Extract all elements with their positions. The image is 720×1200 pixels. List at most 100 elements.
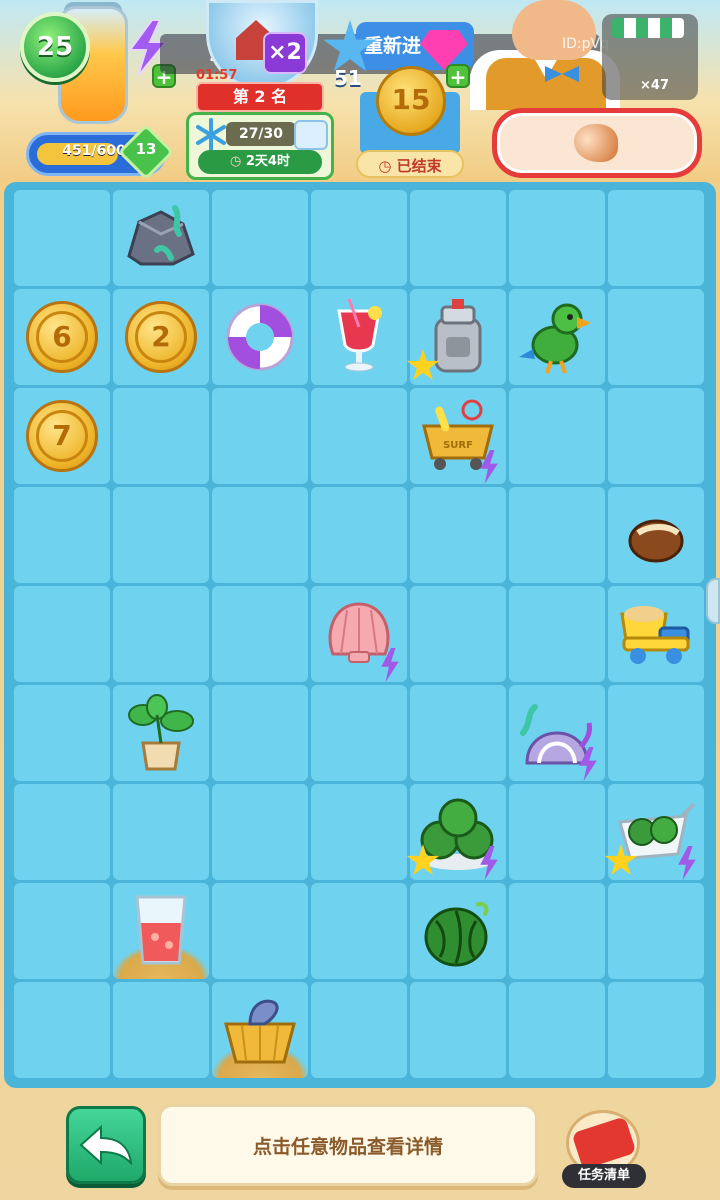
board-cell[interactable] bbox=[311, 388, 407, 484]
board-cell[interactable]: SURF bbox=[410, 388, 506, 484]
dice-icon bbox=[294, 120, 328, 150]
board-cell[interactable] bbox=[608, 883, 704, 979]
board-cell[interactable] bbox=[509, 784, 605, 880]
board-cell[interactable] bbox=[212, 586, 308, 682]
board-cell[interactable] bbox=[212, 388, 308, 484]
board-cell[interactable] bbox=[509, 487, 605, 583]
life-ring-icon[interactable] bbox=[220, 297, 300, 377]
board-cell[interactable] bbox=[212, 784, 308, 880]
board-cell[interactable] bbox=[14, 685, 110, 781]
back-arrow-icon bbox=[79, 1125, 133, 1165]
board-cell[interactable] bbox=[604, 784, 704, 880]
star-count: 51 bbox=[334, 66, 362, 90]
snowflake-icon bbox=[196, 118, 226, 152]
board-cell[interactable] bbox=[311, 685, 407, 781]
cocktail-icon[interactable] bbox=[319, 297, 399, 377]
board-cell[interactable] bbox=[311, 982, 407, 1078]
board-cell[interactable]: 2 bbox=[113, 289, 209, 385]
board-cell[interactable] bbox=[14, 982, 110, 1078]
parrot-icon[interactable] bbox=[517, 297, 597, 377]
board-cell[interactable] bbox=[509, 289, 605, 385]
board-cell[interactable] bbox=[311, 586, 407, 682]
conch-shell-icon bbox=[574, 124, 618, 162]
board-cell[interactable] bbox=[311, 487, 407, 583]
board-cell[interactable] bbox=[113, 388, 209, 484]
board-cell[interactable] bbox=[212, 883, 308, 979]
level-badge[interactable]: 25 bbox=[20, 12, 90, 82]
board-cell[interactable] bbox=[406, 784, 506, 880]
board-grid: 6 2 7 SURF bbox=[14, 190, 706, 1078]
board-cell[interactable] bbox=[113, 784, 209, 880]
coin-item[interactable]: 7 bbox=[26, 400, 98, 472]
board-cell[interactable]: 6 bbox=[14, 289, 110, 385]
board-cell[interactable] bbox=[410, 190, 506, 286]
board-cell[interactable] bbox=[14, 487, 110, 583]
board-cell[interactable] bbox=[311, 784, 407, 880]
board-cell[interactable] bbox=[509, 883, 605, 979]
board-cell[interactable] bbox=[608, 190, 704, 286]
coin-item[interactable]: 6 bbox=[26, 301, 98, 373]
plant-icon[interactable] bbox=[121, 693, 201, 773]
board-cell[interactable] bbox=[608, 586, 704, 682]
board-cell[interactable] bbox=[212, 190, 308, 286]
board-cell[interactable] bbox=[608, 685, 704, 781]
board-cell[interactable] bbox=[410, 883, 506, 979]
back-button[interactable] bbox=[66, 1106, 146, 1184]
board-cell[interactable] bbox=[311, 190, 407, 286]
board-cell[interactable] bbox=[113, 685, 209, 781]
board-cell[interactable] bbox=[212, 685, 308, 781]
hint-text: 点击任意物品查看详情 bbox=[252, 1135, 443, 1158]
board-cell[interactable] bbox=[410, 586, 506, 682]
board-cell[interactable] bbox=[406, 289, 506, 385]
coin-reward: 15 bbox=[376, 66, 446, 136]
board-cell[interactable] bbox=[509, 388, 605, 484]
board-cell[interactable] bbox=[608, 388, 704, 484]
board-cell[interactable] bbox=[212, 289, 308, 385]
board-cell[interactable] bbox=[113, 586, 209, 682]
board-cell[interactable] bbox=[212, 982, 308, 1078]
board-cell[interactable] bbox=[113, 190, 209, 286]
board-cell[interactable] bbox=[14, 190, 110, 286]
coin-value: 2 bbox=[135, 311, 187, 363]
board-cell[interactable] bbox=[509, 586, 605, 682]
board-cell[interactable] bbox=[509, 982, 605, 1078]
svg-text:SURF: SURF bbox=[443, 440, 473, 451]
board-cell[interactable] bbox=[311, 883, 407, 979]
gem-level: 13 bbox=[135, 140, 157, 158]
board-cell[interactable] bbox=[113, 487, 209, 583]
top-hud: 25 + 451/600 13 1 ×2 01:57 第 2 名 27/30 ◷… bbox=[0, 0, 720, 182]
watermelon-icon[interactable] bbox=[418, 891, 498, 971]
board-cell[interactable] bbox=[608, 289, 704, 385]
board-cell[interactable] bbox=[212, 487, 308, 583]
board-cell[interactable] bbox=[410, 487, 506, 583]
board-cell[interactable] bbox=[311, 289, 407, 385]
board-cell[interactable] bbox=[113, 982, 209, 1078]
board-cell[interactable] bbox=[410, 685, 506, 781]
coin-item[interactable]: 2 bbox=[125, 301, 197, 373]
board-cell[interactable] bbox=[608, 487, 704, 583]
board-cell[interactable] bbox=[608, 982, 704, 1078]
multiplier-badge[interactable]: ×2 bbox=[263, 32, 307, 74]
board-cell[interactable] bbox=[14, 586, 110, 682]
juice-glass-icon[interactable] bbox=[121, 891, 201, 971]
board-cell[interactable] bbox=[14, 784, 110, 880]
toy-truck-icon[interactable] bbox=[616, 594, 696, 674]
shop-count: ×47 bbox=[640, 78, 669, 93]
event-timer: 01:57 bbox=[196, 68, 238, 83]
board-cell[interactable] bbox=[509, 190, 605, 286]
side-drawer-tab[interactable] bbox=[706, 578, 720, 624]
add-gem-button[interactable]: + bbox=[446, 64, 470, 88]
task-list-button[interactable]: 任务清单 bbox=[562, 1110, 646, 1188]
rock-icon[interactable] bbox=[121, 198, 201, 278]
board-cell[interactable] bbox=[509, 685, 605, 781]
seed-icon[interactable] bbox=[616, 495, 696, 575]
board-cell[interactable] bbox=[410, 982, 506, 1078]
board-cell[interactable] bbox=[113, 883, 209, 979]
basket-icon[interactable] bbox=[220, 990, 300, 1070]
level-number: 25 bbox=[36, 32, 74, 62]
event-status: ◷ 已结束 bbox=[356, 150, 464, 178]
merge-board: 6 2 7 SURF bbox=[4, 182, 716, 1088]
board-cell[interactable] bbox=[14, 883, 110, 979]
coin-value: 7 bbox=[36, 410, 88, 462]
board-cell[interactable]: 7 bbox=[14, 388, 110, 484]
